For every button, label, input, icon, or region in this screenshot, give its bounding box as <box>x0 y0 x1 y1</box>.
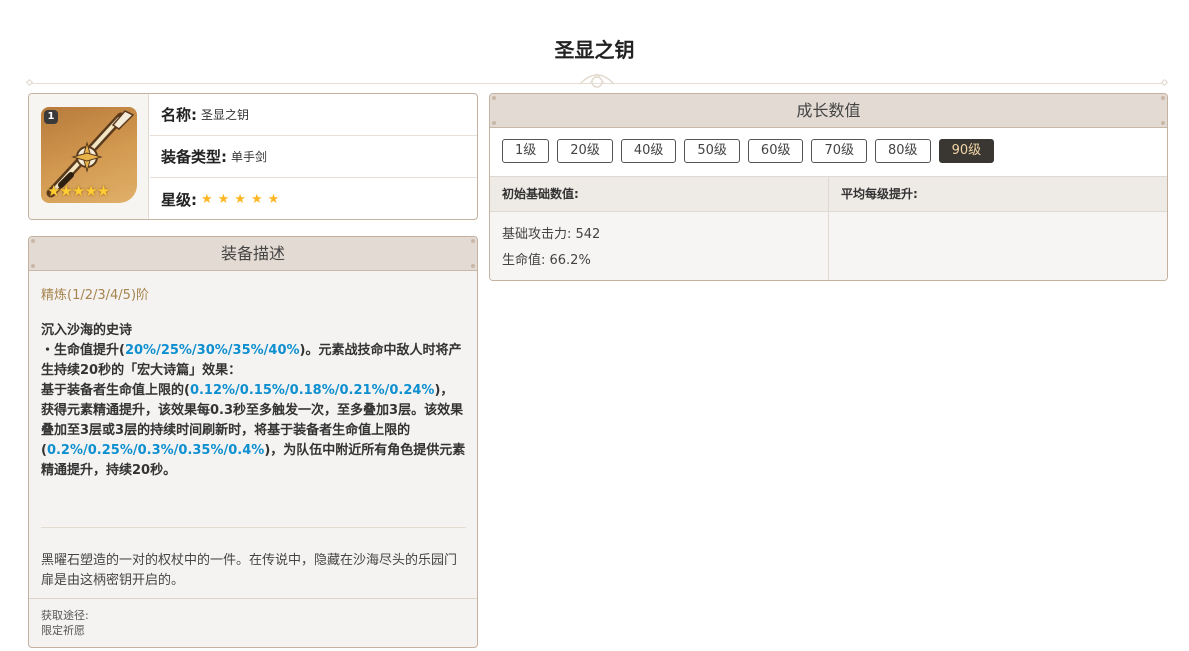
passive-description: 沉入沙海的史诗 ・生命值提升(20%/25%/30%/35%/40%)。元素战技… <box>41 321 466 481</box>
weapon-icon-cell: 1 ★★★★★ <box>29 94 149 219</box>
source-label: 获取途径: <box>41 609 89 622</box>
refine-levels: 精炼(1/2/3/4/5)阶 <box>41 288 150 303</box>
weapon-rarity-stars: ★★★★★ <box>47 182 110 200</box>
description-panel: 装备描述 精炼(1/2/3/4/5)阶 沉入沙海的史诗 ・生命值提升(20%/2… <box>28 236 478 648</box>
level-button-1[interactable]: 1级 <box>502 139 550 163</box>
base-stats-cell: 基础攻击力: 542 生命值: 66.2% <box>490 212 828 280</box>
page-title: 圣显之钥 <box>554 38 635 62</box>
effect-text: ・生命值提升( <box>41 343 125 358</box>
passive-effect: ・生命值提升(20%/25%/30%/35%/40%)。元素战技命中敌人时将产生… <box>41 341 466 481</box>
item-info-card: 1 ★★★★★ 名称: 圣显之钥 装备类型: 单手剑 星级: ★★★★★ <box>28 93 478 220</box>
stat-base-attack: 基础攻击力: 542 <box>502 227 601 242</box>
corner-dot <box>492 121 496 125</box>
column-base-stats: 初始基础数值: <box>502 187 579 201</box>
title-ornament-icon <box>579 73 615 88</box>
info-row-name: 名称: 圣显之钥 <box>150 94 477 136</box>
corner-dot <box>471 239 475 243</box>
corner-dot <box>31 239 35 243</box>
growth-header-label: 成长数值 <box>796 101 861 120</box>
corner-dot <box>1161 96 1165 100</box>
corner-dot <box>31 264 35 268</box>
rarity-stars: ★★★★★ <box>201 191 285 207</box>
type-value: 单手剑 <box>231 150 268 164</box>
divider-dot-right <box>1160 78 1169 87</box>
level-button-20[interactable]: 20级 <box>557 139 613 163</box>
level-button-90[interactable]: 90级 <box>938 139 995 163</box>
divider-dot-left <box>25 78 34 87</box>
stats-table-row: 基础攻击力: 542 生命值: 66.2% <box>490 212 1167 280</box>
rarity-key: 星级: <box>161 190 197 209</box>
effect-value: 0.2%/0.25%/0.3%/0.35%/0.4% <box>46 443 265 458</box>
description-header: 装备描述 <box>29 237 477 271</box>
level-button-60[interactable]: 60级 <box>747 139 804 163</box>
level-button-70[interactable]: 70级 <box>811 139 868 163</box>
name-value: 圣显之钥 <box>201 108 250 122</box>
per-level-cell <box>828 212 1167 280</box>
weapon-image: 1 ★★★★★ <box>41 107 137 203</box>
type-key: 装备类型: <box>161 148 227 166</box>
level-button-50[interactable]: 50级 <box>684 139 740 163</box>
info-row-type: 装备类型: 单手剑 <box>150 136 477 178</box>
level-button-80[interactable]: 80级 <box>875 139 931 163</box>
growth-panel: 成长数值 1级 20级 40级 50级 60级 70级 80级 90级 初始基础… <box>489 93 1168 281</box>
name-key: 名称: <box>161 106 197 124</box>
column-per-level: 平均每级提升: <box>828 177 1167 211</box>
stats-table-header: 初始基础数值: 平均每级提升: <box>490 176 1167 212</box>
info-row-rarity: 星级: ★★★★★ <box>150 178 477 219</box>
description-divider <box>41 527 466 528</box>
corner-dot <box>471 264 475 268</box>
growth-header: 成长数值 <box>490 94 1167 128</box>
flavor-text: 黑曜石塑造的一对的权杖中的一件。在传说中，隐藏在沙海尽头的乐园门扉是由这柄密钥开… <box>41 553 458 588</box>
effect-value: 20%/25%/30%/35%/40% <box>124 343 300 358</box>
level-button-40[interactable]: 40级 <box>620 139 677 163</box>
corner-dot <box>492 96 496 100</box>
effect-text: 基于装备者生命值上限的( <box>41 383 190 398</box>
refine-badge: 1 <box>44 110 58 124</box>
description-header-label: 装备描述 <box>220 244 285 263</box>
passive-name: 沉入沙海的史诗 <box>41 323 133 338</box>
source-value: 限定祈愿 <box>41 624 85 637</box>
source-box: 获取途径: 限定祈愿 <box>29 598 477 647</box>
effect-value: 0.12%/0.15%/0.18%/0.21%/0.24% <box>189 383 435 398</box>
corner-dot <box>1161 121 1165 125</box>
level-selector: 1级 20级 40级 50级 60级 70级 80级 90级 <box>502 139 995 163</box>
stat-secondary: 生命值: 66.2% <box>502 253 591 268</box>
